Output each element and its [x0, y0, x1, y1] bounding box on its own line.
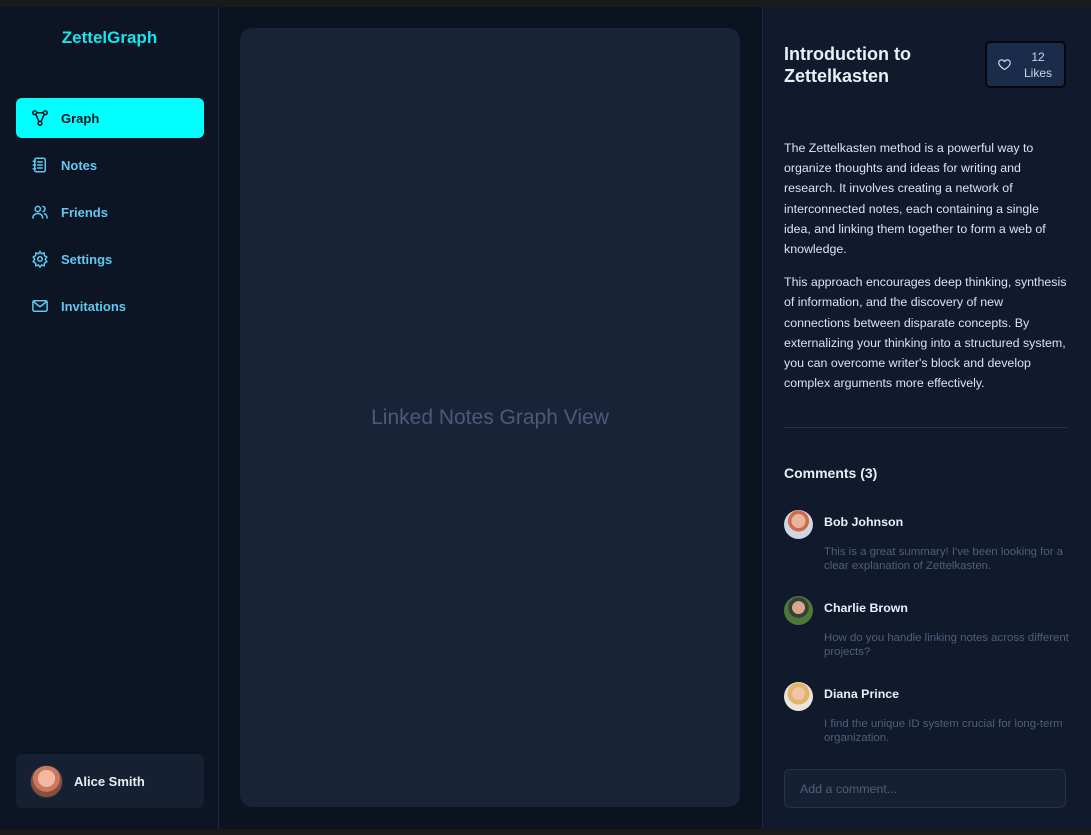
users-icon	[31, 203, 49, 221]
note-body: The Zettelkasten method is a powerful wa…	[784, 138, 1069, 406]
sidebar-item-notes[interactable]: Notes	[16, 145, 204, 185]
avatar	[30, 764, 63, 798]
comment-text: How do you handle linking notes across d…	[824, 632, 1069, 658]
note-title: Introduction to Zettelkasten	[784, 44, 911, 86]
sidebar-item-label: Invitations	[61, 298, 127, 314]
main-content: Linked Notes Graph View	[219, 7, 762, 829]
sidebar: ZettelGraph Graph Notes Friends Settings…	[0, 7, 219, 829]
heart-icon	[998, 59, 1011, 71]
sidebar-item-graph[interactable]: Graph	[16, 98, 204, 138]
graph-icon	[31, 109, 49, 127]
user-profile-card[interactable]: Alice Smith	[16, 754, 204, 808]
comment-author: Diana Prince	[824, 687, 900, 701]
avatar	[784, 510, 813, 539]
graph-view-canvas[interactable]: Linked Notes Graph View	[240, 28, 740, 807]
divider	[784, 427, 1067, 428]
app-window: ZettelGraph Graph Notes Friends Settings…	[0, 7, 1091, 829]
comment-author: Charlie Brown	[824, 601, 908, 615]
comment-author: Bob Johnson	[824, 515, 904, 529]
sidebar-item-label: Friends	[61, 204, 108, 220]
gear-icon	[31, 250, 49, 268]
note-paragraph: This approach encourages deep thinking, …	[784, 275, 1067, 391]
comment-text: This is a great summary! I've been looki…	[824, 546, 1063, 572]
sidebar-item-invitations[interactable]: Invitations	[16, 286, 204, 326]
avatar	[784, 682, 813, 711]
note-detail-panel: Introduction to Zettelkasten 12 Likes Th…	[762, 7, 1091, 829]
sidebar-item-settings[interactable]: Settings	[16, 239, 204, 279]
comment-input[interactable]	[784, 769, 1066, 808]
comments-title: Comments (3)	[784, 465, 878, 481]
sidebar-nav: Graph Notes Friends Settings Invitations	[16, 98, 204, 333]
sidebar-item-label: Notes	[61, 157, 98, 173]
like-button[interactable]: 12 Likes	[985, 41, 1066, 88]
brand-logo[interactable]: ZettelGraph	[0, 28, 219, 48]
like-count: 12	[1031, 49, 1045, 64]
sidebar-item-label: Settings	[61, 251, 113, 267]
like-count-label: 12 Likes	[1020, 49, 1056, 81]
user-name: Alice Smith	[74, 773, 145, 789]
notebook-icon	[31, 156, 49, 174]
sidebar-item-label: Graph	[61, 110, 100, 126]
note-paragraph: The Zettelkasten method is a powerful wa…	[784, 141, 1046, 257]
mail-icon	[31, 297, 49, 315]
comment-text: I find the unique ID system crucial for …	[824, 718, 1063, 744]
graph-placeholder-text: Linked Notes Graph View	[371, 405, 609, 429]
avatar	[784, 596, 813, 625]
sidebar-item-friends[interactable]: Friends	[16, 192, 204, 232]
like-label: Likes	[1023, 65, 1052, 80]
